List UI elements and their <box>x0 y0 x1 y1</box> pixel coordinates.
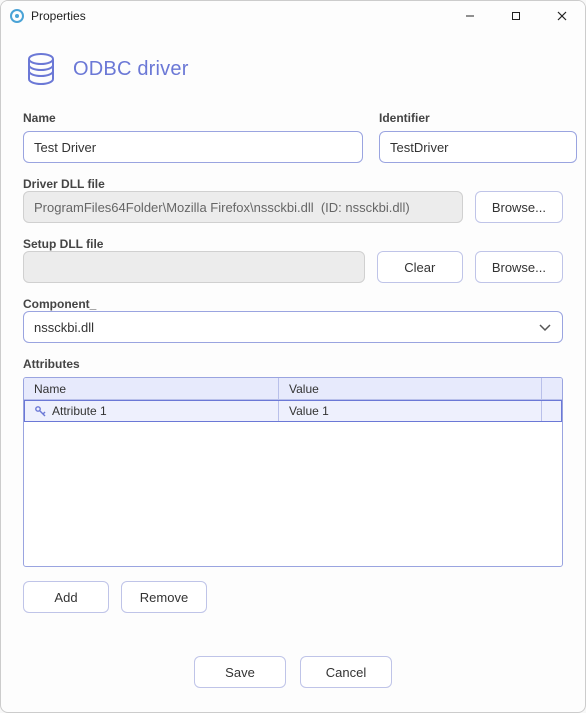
table-row[interactable]: Attribute 1 Value 1 <box>24 400 562 422</box>
key-icon <box>34 405 46 417</box>
driver-dll-label: Driver DLL file <box>23 177 105 191</box>
component-selected-value: nssckbi.dll <box>34 320 94 335</box>
component-label: Component_ <box>23 297 96 311</box>
setup-dll-input <box>23 251 365 283</box>
column-header-tail <box>542 378 562 399</box>
app-icon <box>9 8 25 24</box>
titlebar: Properties <box>1 1 585 31</box>
component-select[interactable]: nssckbi.dll <box>23 311 563 343</box>
driver-dll-section: Driver DLL file Browse... <box>23 177 563 223</box>
properties-window: Properties ODBC driver <box>0 0 586 713</box>
identifier-label: Identifier <box>379 111 577 125</box>
cell-value: Value 1 <box>289 404 329 418</box>
window-title: Properties <box>31 9 86 23</box>
driver-dll-browse-button[interactable]: Browse... <box>475 191 563 223</box>
name-label: Name <box>23 111 363 125</box>
column-header-value[interactable]: Value <box>279 378 542 399</box>
table-header: Name Value <box>24 378 562 400</box>
page-title: ODBC driver <box>73 58 189 81</box>
attributes-table: Name Value Attribute 1 Valu <box>23 377 563 567</box>
setup-dll-section: Setup DLL file Clear Browse... <box>23 237 563 283</box>
cancel-button[interactable]: Cancel <box>300 656 392 688</box>
database-icon <box>23 51 59 87</box>
chevron-down-icon <box>538 320 552 334</box>
attributes-add-button[interactable]: Add <box>23 581 109 613</box>
setup-dll-clear-button[interactable]: Clear <box>377 251 463 283</box>
component-section: Component_ nssckbi.dll <box>23 297 563 343</box>
column-header-name[interactable]: Name <box>24 378 279 399</box>
maximize-button[interactable] <box>493 1 539 31</box>
content-area: ODBC driver Name Identifier Driver DLL f… <box>1 31 585 712</box>
page-header: ODBC driver <box>23 51 563 87</box>
table-body: Attribute 1 Value 1 <box>24 400 562 566</box>
name-id-row: Name Identifier <box>23 105 563 163</box>
dialog-footer: Save Cancel <box>23 652 563 696</box>
cell-name: Attribute 1 <box>52 404 107 418</box>
name-input[interactable] <box>23 131 363 163</box>
save-button[interactable]: Save <box>194 656 286 688</box>
close-button[interactable] <box>539 1 585 31</box>
attributes-label: Attributes <box>23 357 80 371</box>
driver-dll-input <box>23 191 463 223</box>
setup-dll-label: Setup DLL file <box>23 237 103 251</box>
setup-dll-browse-button[interactable]: Browse... <box>475 251 563 283</box>
attributes-remove-button[interactable]: Remove <box>121 581 207 613</box>
minimize-button[interactable] <box>447 1 493 31</box>
attributes-section: Attributes Name Value <box>23 357 563 613</box>
identifier-input[interactable] <box>379 131 577 163</box>
